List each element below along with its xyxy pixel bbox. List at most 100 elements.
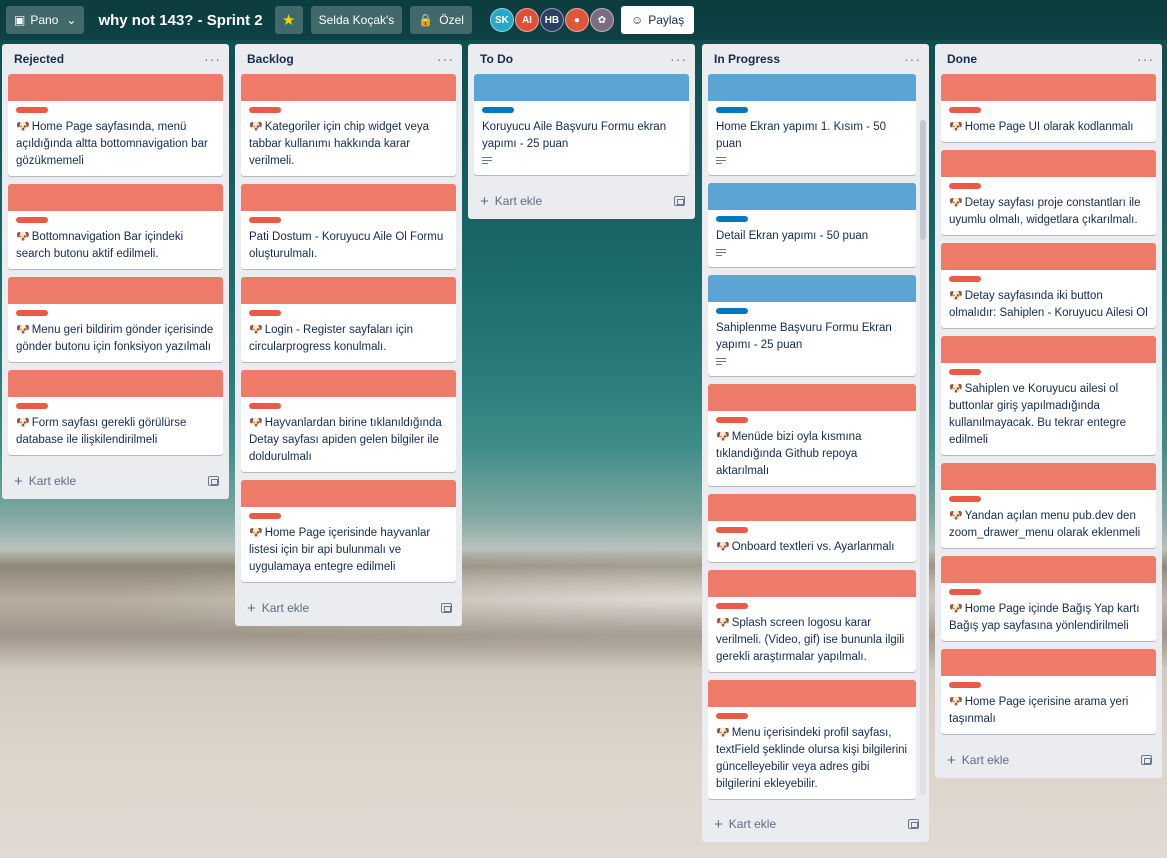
template-icon[interactable] bbox=[908, 819, 919, 829]
card-label bbox=[16, 217, 48, 223]
plus-icon: + bbox=[480, 192, 489, 210]
visibility-button[interactable]: 🔒 Özel bbox=[410, 6, 472, 34]
list-title[interactable]: Done bbox=[947, 52, 977, 66]
add-card-label: Kart ekle bbox=[728, 817, 777, 831]
card-cover bbox=[708, 183, 916, 210]
scrollbar-thumb[interactable] bbox=[920, 120, 926, 240]
card-label bbox=[949, 682, 981, 688]
share-button[interactable]: ☺ Paylaş bbox=[620, 6, 695, 34]
card-label bbox=[716, 603, 748, 609]
card[interactable]: 🐶 Onboard textleri vs. Ayarlanmalı bbox=[708, 494, 916, 562]
dog-emoji-icon: 🐶 bbox=[16, 417, 30, 429]
card-cover bbox=[708, 384, 916, 411]
dog-emoji-icon: 🐶 bbox=[949, 696, 963, 708]
card[interactable]: 🐶 Home Page sayfasında, menü açıldığında … bbox=[8, 74, 223, 176]
card-cover bbox=[241, 74, 456, 101]
more-icon[interactable]: ··· bbox=[904, 51, 921, 67]
list-header: In Progress ··· bbox=[702, 44, 929, 74]
card-cover bbox=[941, 74, 1156, 101]
card-title: Menüde bizi oyla kısmına tıklandığında G… bbox=[716, 431, 862, 477]
more-icon[interactable]: ··· bbox=[1137, 51, 1154, 67]
card[interactable]: 🐶 Home Page içinde Bağış Yap kartı Bağış … bbox=[941, 556, 1156, 641]
more-icon[interactable]: ··· bbox=[670, 51, 687, 67]
workspace-button[interactable]: Selda Koçak's bbox=[310, 6, 403, 34]
list-title[interactable]: In Progress bbox=[714, 52, 780, 66]
card[interactable]: 🐶 Home Page içerisine arama yeri taşınmal… bbox=[941, 649, 1156, 734]
avatar[interactable]: ● bbox=[564, 8, 589, 32]
dog-emoji-icon: 🐶 bbox=[249, 417, 263, 429]
list-footer: + Kart ekle bbox=[2, 463, 229, 499]
description-icon bbox=[716, 155, 726, 166]
card[interactable]: 🐶 Kategoriler için chip widget veya tabba… bbox=[241, 74, 456, 176]
card-cover bbox=[941, 556, 1156, 583]
add-card-label: Kart ekle bbox=[961, 753, 1010, 767]
template-icon[interactable] bbox=[1141, 755, 1152, 765]
card-title: Splash screen logosu karar verilmeli. (V… bbox=[716, 617, 905, 663]
dog-emoji-icon: 🐶 bbox=[249, 121, 263, 133]
card[interactable]: 🐶 Splash screen logosu karar verilmeli. (… bbox=[708, 570, 916, 672]
card[interactable]: 🐶 Home Page içerisinde hayvanlar listesi … bbox=[241, 480, 456, 582]
list-title[interactable]: To Do bbox=[480, 52, 513, 66]
template-icon[interactable] bbox=[208, 476, 219, 486]
card[interactable]: 🐶 Yandan açılan menu pub.dev den zoom_dra… bbox=[941, 463, 1156, 548]
board-title[interactable]: why not 143? - Sprint 2 bbox=[92, 12, 268, 29]
add-card-button[interactable]: + Kart ekle bbox=[14, 473, 76, 490]
card[interactable]: Sahiplenme Başvuru Formu Ekran yapımı - … bbox=[708, 275, 916, 376]
lock-icon: 🔒 bbox=[418, 13, 434, 27]
list-scrollbar[interactable] bbox=[920, 120, 926, 795]
card-title: Menu içerisindeki profil sayfası, textFi… bbox=[716, 727, 908, 790]
add-card-button[interactable]: + Kart ekle bbox=[947, 752, 1009, 769]
card[interactable]: Pati Dostum - Koruyucu Aile Ol Formu olu… bbox=[241, 184, 456, 269]
list-title[interactable]: Rejected bbox=[14, 52, 64, 66]
card[interactable]: 🐶 Menu içerisindeki profil sayfası, textF… bbox=[708, 680, 916, 799]
card[interactable]: 🐶 Detay sayfasında iki button olmalıdır: … bbox=[941, 243, 1156, 328]
card[interactable]: 🐶 Menu geri bildirim gönder içerisinde gö… bbox=[8, 277, 223, 362]
card[interactable]: 🐶 Menüde bizi oyla kısmına tıklandığında … bbox=[708, 384, 916, 486]
card[interactable]: 🐶 Hayvanlardan birine tıklanıldığında Det… bbox=[241, 370, 456, 472]
card-label bbox=[482, 107, 514, 113]
card-cover bbox=[8, 74, 223, 101]
card[interactable]: 🐶 Form sayfası gerekli görülürse database… bbox=[8, 370, 223, 455]
card-label bbox=[949, 589, 981, 595]
avatar[interactable]: ✿ bbox=[589, 8, 614, 32]
card-label bbox=[249, 217, 281, 223]
user-icon: ● bbox=[573, 14, 580, 26]
card-title: Home Ekran yapımı 1. Kısım - 50 puan bbox=[716, 121, 887, 150]
card[interactable]: Koruyucu Aile Başvuru Formu ekran yapımı… bbox=[474, 74, 689, 175]
avatar[interactable]: AI bbox=[514, 8, 539, 32]
card[interactable]: 🐶 Detay sayfası proje constantları ile uy… bbox=[941, 150, 1156, 235]
card[interactable]: 🐶 Sahiplen ve Koruyucu ailesi ol buttonla… bbox=[941, 336, 1156, 455]
avatar[interactable]: HB bbox=[539, 8, 564, 32]
card[interactable]: Detail Ekran yapımı - 50 puan bbox=[708, 183, 916, 267]
list-todo: To Do ··· Koruyucu Aile Başvuru Formu ek… bbox=[468, 44, 695, 219]
template-icon[interactable] bbox=[674, 196, 685, 206]
card-cover bbox=[8, 370, 223, 397]
add-card-button[interactable]: + Kart ekle bbox=[480, 193, 542, 210]
avatar[interactable]: SK bbox=[489, 8, 514, 32]
card[interactable]: 🐶 Login - Register sayfaları için circula… bbox=[241, 277, 456, 362]
card[interactable]: 🐶 Home Page UI olarak kodlanmalı bbox=[941, 74, 1156, 142]
card[interactable]: 🐶 Bottomnavigation Bar içindeki search bu… bbox=[8, 184, 223, 269]
list-title[interactable]: Backlog bbox=[247, 52, 294, 66]
board-switcher-button[interactable]: ▣ Pano ⌄ bbox=[6, 6, 85, 34]
star-button[interactable]: ★ bbox=[274, 6, 303, 34]
card-cover bbox=[941, 649, 1156, 676]
dog-emoji-icon: 🐶 bbox=[16, 121, 30, 133]
template-icon[interactable] bbox=[441, 603, 452, 613]
card-title: Koruyucu Aile Başvuru Formu ekran yapımı… bbox=[482, 121, 667, 150]
card-title: Yandan açılan menu pub.dev den zoom_draw… bbox=[949, 510, 1141, 539]
card-cover bbox=[708, 74, 916, 101]
more-icon[interactable]: ··· bbox=[437, 51, 454, 67]
add-card-button[interactable]: + Kart ekle bbox=[247, 600, 309, 617]
list-in-progress: In Progress ··· Home Ekran yapımı 1. Kıs… bbox=[702, 44, 929, 842]
card[interactable]: Home Ekran yapımı 1. Kısım - 50 puan bbox=[708, 74, 916, 175]
add-card-button[interactable]: + Kart ekle bbox=[714, 816, 776, 833]
card-label bbox=[716, 107, 748, 113]
card-title: Sahiplenme Başvuru Formu Ekran yapımı - … bbox=[716, 322, 892, 351]
more-icon[interactable]: ··· bbox=[204, 51, 221, 67]
card-title: Bottomnavigation Bar içindeki search but… bbox=[16, 231, 184, 260]
card-cover bbox=[708, 494, 916, 521]
card-cover bbox=[241, 370, 456, 397]
add-card-label: Kart ekle bbox=[494, 194, 543, 208]
card-label bbox=[716, 713, 748, 719]
